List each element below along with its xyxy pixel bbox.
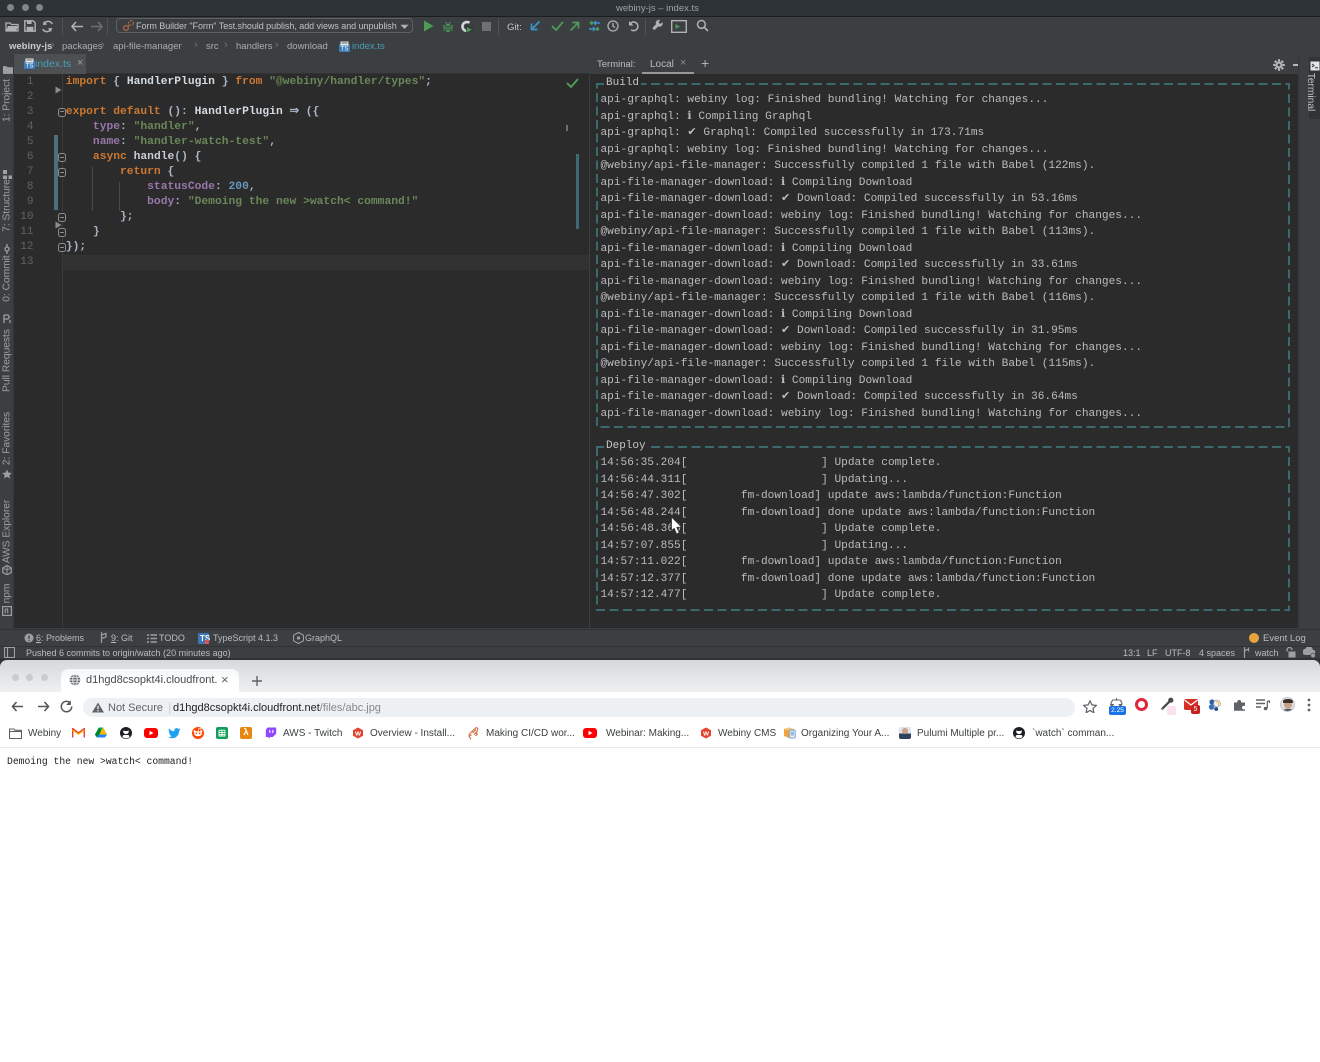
svg-text:w: w (702, 729, 709, 738)
svg-text:TS: TS (341, 47, 349, 52)
svg-text:TS: TS (26, 64, 34, 69)
svg-text:w: w (354, 729, 361, 738)
